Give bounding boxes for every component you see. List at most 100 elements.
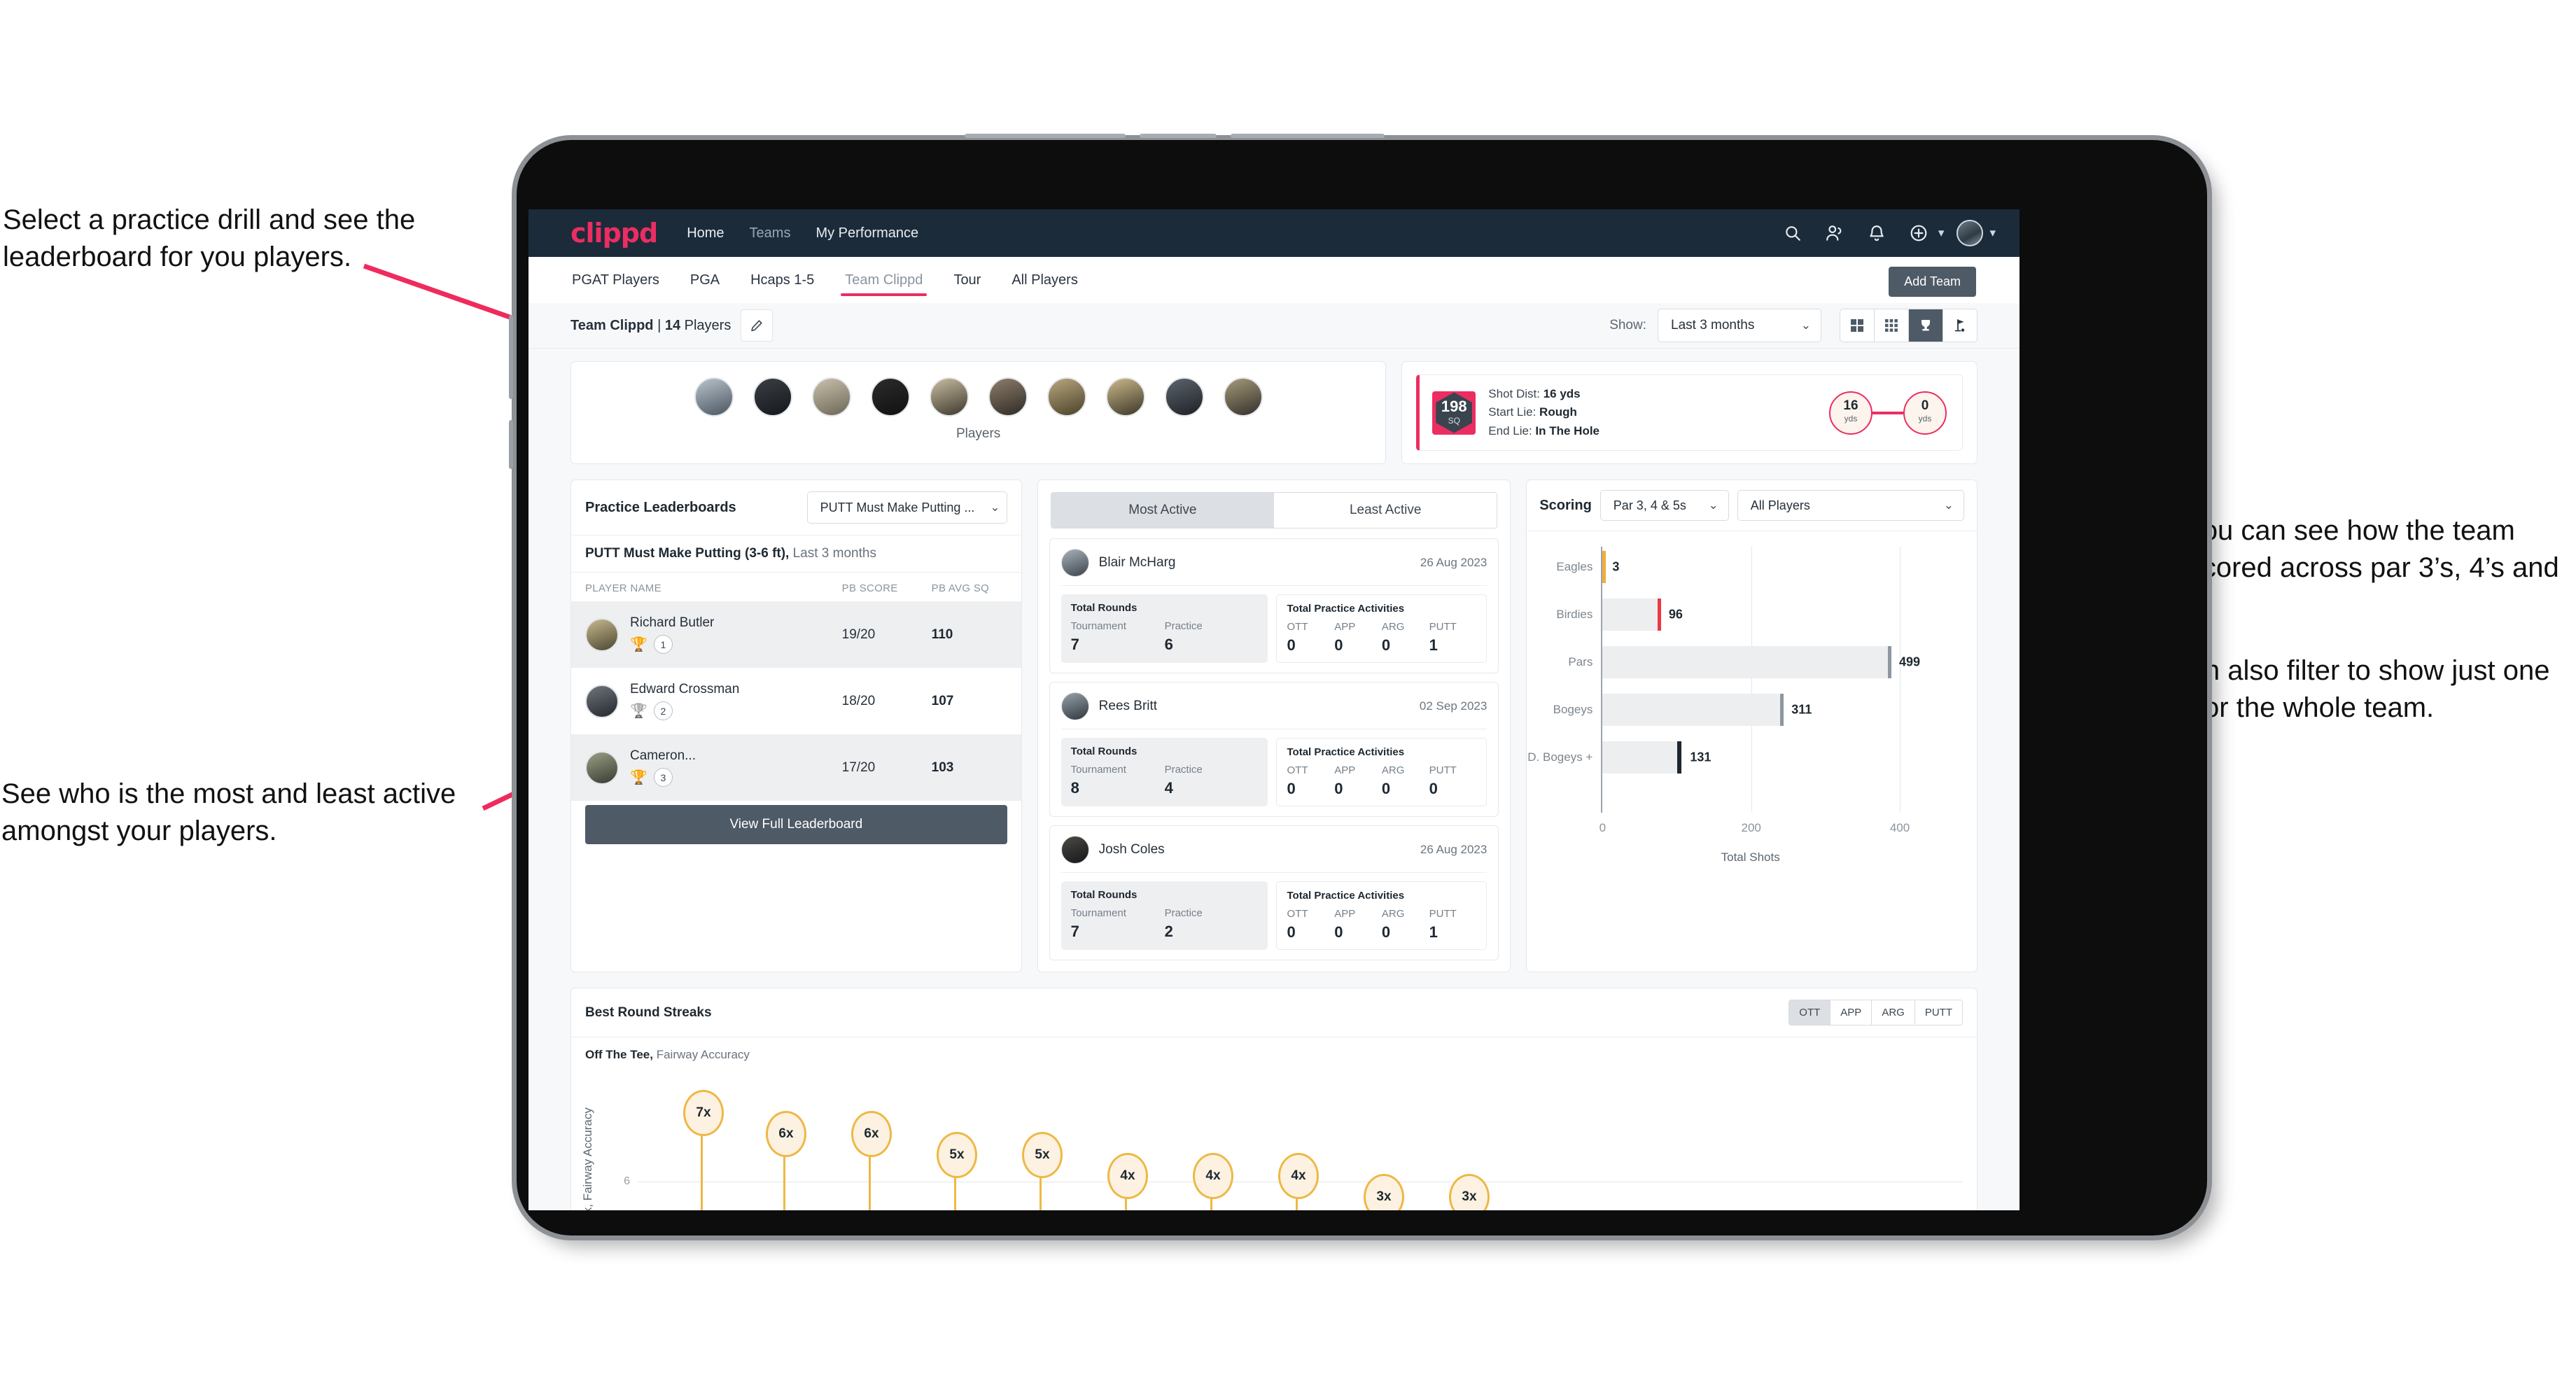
pb-score: 18/20 (841, 693, 876, 708)
list-item[interactable]: Rees Britt 02 Sep 2023 Total Rounds Tour… (1049, 682, 1499, 818)
bar-birdies: Birdies 96 (1556, 598, 1900, 631)
stat-value: 0 (1429, 780, 1438, 798)
avatar[interactable] (694, 377, 734, 416)
nav-teams[interactable]: Teams (750, 225, 791, 241)
stat-label: Practice (1164, 764, 1203, 776)
tab-team-clippd[interactable]: Team Clippd (841, 261, 927, 300)
device-button (1140, 134, 1217, 138)
table-row[interactable]: Richard Butler 🏆 1 19/20 110 (571, 601, 1021, 668)
y-axis-tick: 6 (624, 1175, 630, 1188)
chevron-down-icon[interactable]: ▾ (1938, 226, 1945, 240)
chevron-down-icon: ⌄ (990, 500, 1000, 514)
activity-item-header: Josh Coles 26 Aug 2023 (1060, 836, 1488, 874)
stat-value: 6 (1164, 636, 1173, 654)
table-row[interactable]: Cameron... 🏆 3 17/20 103 (571, 734, 1021, 802)
avatar[interactable] (811, 377, 851, 416)
avatar (585, 684, 619, 718)
tablet-device-frame: clippd Home Teams My Performance ▾ ▾ PGA… (509, 134, 2207, 1236)
practice-leaderboards-card: Practice Leaderboards PUTT Must Make Put… (570, 479, 1022, 973)
team-subheader: Team Clippd | 14 Players Show: Last 3 mo… (528, 303, 2019, 349)
rank-badge: 1 (653, 635, 673, 654)
total-rounds-columns: Tournament 8 Practice 4 (1071, 764, 1259, 797)
avatar[interactable] (1223, 377, 1263, 416)
drill-select[interactable]: PUTT Must Make Putting ... ⌄ (806, 491, 1007, 524)
avatar[interactable] (870, 377, 910, 416)
toggle-app[interactable]: APP (1830, 1000, 1872, 1026)
column-pb-avg-sq: PB AVG SQ (931, 582, 990, 595)
avatar (1060, 549, 1089, 578)
add-circle-icon[interactable] (1903, 217, 1935, 249)
clippd-logo[interactable]: clippd (570, 218, 658, 248)
app-stat: APP 0 (1334, 764, 1382, 798)
sq-value: 198 (1441, 397, 1467, 415)
search-icon[interactable] (1777, 217, 1809, 249)
player-name: Richard Butler (630, 615, 715, 631)
tab-all-players[interactable]: All Players (1010, 261, 1079, 300)
stat-label: APP (1334, 764, 1356, 777)
chevron-down-icon: ⌄ (1708, 498, 1718, 512)
tab-least-active[interactable]: Least Active (1274, 493, 1497, 528)
streaks-category-toggle: OTT APP ARG PUTT (1788, 1000, 1963, 1026)
player-name: Rees Britt (1098, 699, 1158, 714)
view-full-leaderboard-button[interactable]: View Full Leaderboard (585, 805, 1007, 845)
par-filter-select[interactable]: Par 3, 4 & 5s ⌄ (1600, 490, 1729, 522)
trophy-icon[interactable] (1909, 309, 1943, 342)
bell-icon[interactable] (1861, 217, 1893, 249)
tab-pga[interactable]: PGA (689, 261, 721, 300)
avatar[interactable] (1105, 377, 1145, 416)
stat-value: 0 (1381, 923, 1391, 941)
end-lie-label: End Lie: (1488, 424, 1536, 438)
tab-pgat-players[interactable]: PGAT Players (570, 261, 661, 300)
arg-stat: ARG 0 (1382, 908, 1429, 941)
streaks-subtitle-bold: Off The Tee, (585, 1048, 653, 1062)
list-item[interactable]: Josh Coles 26 Aug 2023 Total Rounds Tour… (1049, 825, 1499, 961)
bar-category-label: D. Bogeys + (1527, 750, 1593, 764)
avatar[interactable] (752, 377, 792, 416)
table-row[interactable]: Edward Crossman 🏆 2 18/20 107 (571, 668, 1021, 734)
toggle-putt[interactable]: PUTT (1914, 1000, 1962, 1026)
stat-label: OTT (1287, 621, 1308, 634)
streaks-subtitle-light: Fairway Accuracy (652, 1048, 750, 1062)
avatar[interactable] (988, 377, 1028, 416)
tab-hcaps-1-5[interactable]: Hcaps 1-5 (749, 261, 816, 300)
add-team-button[interactable]: Add Team (1889, 267, 1976, 297)
avatar[interactable] (929, 377, 969, 416)
start-lie-label: Start Lie: (1488, 405, 1540, 419)
edit-team-button[interactable] (741, 309, 774, 342)
device-button (1231, 134, 1385, 138)
tab-most-active[interactable]: Most Active (1051, 493, 1275, 528)
stat-value: 0 (1334, 780, 1343, 798)
player-badges: 🏆 2 (630, 701, 842, 721)
range-select[interactable]: Last 3 months ⌄ (1658, 309, 1821, 342)
avatar[interactable] (1046, 377, 1086, 416)
activity-item-body: Total Rounds Tournament 7 Practice 2 Total… (1060, 881, 1488, 951)
total-rounds-title: Total Rounds (1070, 889, 1138, 902)
x-axis-tick: 400 (1889, 821, 1910, 835)
people-icon[interactable] (1819, 217, 1851, 249)
flag-icon[interactable] (1943, 309, 1977, 342)
nav-home[interactable]: Home (687, 225, 724, 241)
tab-tour[interactable]: Tour (952, 261, 982, 300)
scoring-header: Scoring Par 3, 4 & 5s ⌄ All Players ⌄ (1527, 480, 1977, 532)
avatar[interactable] (1954, 217, 1986, 249)
tournament-stat: Tournament 7 (1071, 907, 1165, 941)
toggle-arg[interactable]: ARG (1872, 1000, 1915, 1026)
streak-label: 3x (1364, 1174, 1404, 1210)
leaderboard-header: Practice Leaderboards PUTT Must Make Put… (571, 480, 1021, 536)
x-axis-tick: 200 (1741, 821, 1761, 835)
list-item[interactable]: Blair McHarg 26 Aug 2023 Total Rounds To… (1049, 538, 1499, 674)
par-filter-value: Par 3, 4 & 5s (1613, 498, 1686, 512)
nav-my-performance[interactable]: My Performance (816, 225, 918, 241)
stat-label: APP (1334, 621, 1356, 634)
team-player-count: 14 (664, 317, 681, 333)
toggle-ott[interactable]: OTT (1789, 1000, 1831, 1026)
player-filter-select[interactable]: All Players ⌄ (1737, 490, 1965, 522)
total-rounds-columns: Tournament 7 Practice 2 (1071, 907, 1259, 941)
chevron-down-icon[interactable]: ▾ (1989, 226, 1996, 240)
total-rounds-block: Total Rounds Tournament 8 Practice 4 (1060, 738, 1268, 807)
avatar[interactable] (1164, 377, 1204, 416)
avatar (585, 617, 619, 652)
grid-small-icon[interactable] (1875, 309, 1909, 342)
app-stat: APP 0 (1334, 621, 1382, 654)
grid-large-icon[interactable] (1840, 309, 1875, 342)
